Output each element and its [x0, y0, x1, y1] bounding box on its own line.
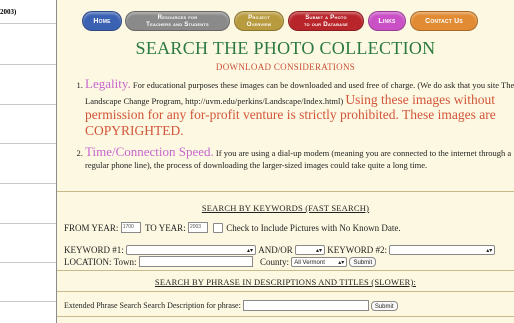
keyword-search-heading: SEARCH BY KEYWORDS (FAST SEARCH) [201, 203, 370, 213]
location-town-label: LOCATION: Town: [64, 256, 137, 267]
keyword1-select[interactable]: ▴▾ [126, 244, 256, 255]
nav-project-overview-button[interactable]: Project Overview [234, 11, 284, 31]
keyword2-label: KEYWORD #2: [327, 244, 388, 255]
section-divider [57, 291, 514, 292]
phrase-search-heading: SEARCH BY PHRASE IN DESCRIPTIONS AND TIT… [154, 277, 417, 287]
left-divider [0, 183, 56, 184]
phrase-row: Extended Phrase Search Search Descriptio… [64, 300, 398, 311]
county-label: County: [259, 256, 289, 267]
year-range-row: FROM YEAR: 1700 TO YEAR: 2003 Check to I… [64, 222, 401, 234]
phrase-input[interactable] [242, 300, 369, 311]
left-divider [0, 301, 56, 302]
county-value: All Vermont [294, 259, 325, 266]
nav-resources-line1: Resources for [157, 14, 198, 21]
nav-resources-label: Resources for Teachers and Students [146, 14, 209, 28]
andor-select[interactable]: ▴▾ [295, 244, 326, 255]
keyword2-select[interactable]: ▴▾ [389, 244, 496, 255]
left-divider [0, 223, 56, 224]
nav-submit-label: Submit a Photo to our Database [304, 14, 348, 28]
to-year-label: TO YEAR: [144, 222, 186, 233]
town-input[interactable] [138, 256, 253, 268]
nav-links-button[interactable]: Links [368, 11, 406, 31]
nav-contact-label: Contact Us [425, 17, 463, 25]
keyword-submit-button[interactable]: Submit [349, 256, 377, 267]
keyword1-label: KEYWORD #1: [64, 244, 124, 255]
no-date-checkbox[interactable] [213, 222, 224, 233]
consideration-item: Legality. For educational purposes these… [85, 76, 514, 138]
chevron-updown-icon: ▴▾ [486, 247, 493, 254]
left-divider [0, 262, 56, 263]
consideration-lead: Time/Connection Speed. [85, 144, 214, 159]
left-divider [0, 143, 56, 144]
left-frame-text: 2003) [0, 8, 17, 16]
phrase-label: Extended Phrase Search Search Descriptio… [64, 301, 241, 310]
page-title: SEARCH THE PHOTO COLLECTION [135, 38, 436, 58]
no-date-label: Check to Include Pictures with No Known … [226, 222, 401, 233]
keyword-row: KEYWORD #1: ▴▾ AND/OR ▴▾ KEYWORD #2: ▴▾ [64, 244, 496, 255]
considerations-list: Legality. For educational purposes these… [57, 70, 514, 171]
from-year-input[interactable]: 1700 [120, 222, 141, 234]
nav-resources-button[interactable]: Resources for Teachers and Students [125, 11, 230, 31]
from-year-label: FROM YEAR: [64, 222, 119, 233]
nav-project-label: Project Overview [247, 14, 272, 28]
consideration-item: Time/Connection Speed. If you are using … [85, 144, 514, 171]
section-divider [57, 191, 514, 192]
county-select[interactable]: All Vermont ▴▾ [291, 256, 348, 267]
location-row: LOCATION: Town: County: All Vermont ▴▾ Su… [64, 256, 377, 268]
left-divider [0, 104, 56, 105]
nav-project-line1: Project [248, 14, 270, 21]
nav-home-button[interactable]: Home [82, 11, 122, 31]
nav-home-label: Home [93, 17, 111, 25]
phrase-submit-button[interactable]: Submit [370, 300, 398, 311]
section-divider [57, 316, 514, 317]
nav-submit-photo-button[interactable]: Submit a Photo to our Database [288, 11, 364, 31]
left-divider [0, 23, 56, 24]
nav-project-line2: Overview [246, 21, 272, 28]
chevron-updown-icon: ▴▾ [246, 247, 253, 254]
chevron-updown-icon: ▴▾ [315, 247, 323, 254]
consideration-lead: Legality. [85, 76, 131, 91]
chevron-updown-icon: ▴▾ [338, 259, 345, 266]
to-year-input[interactable]: 2003 [187, 222, 208, 234]
nav-submit-line2: to our Database [303, 21, 349, 28]
nav-links-label: Links [378, 17, 396, 25]
left-divider [0, 64, 56, 65]
section-divider [57, 270, 514, 271]
nav-resources-line2: Teachers and Students [146, 21, 209, 28]
nav-submit-line1: Submit a Photo [305, 14, 347, 21]
andor-label: AND/OR [258, 244, 293, 255]
left-frame-strip: 2003) [0, 0, 57, 323]
main-content: Home Resources for Teachers and Students… [57, 0, 514, 323]
nav-contact-button[interactable]: Contact Us [410, 11, 478, 31]
